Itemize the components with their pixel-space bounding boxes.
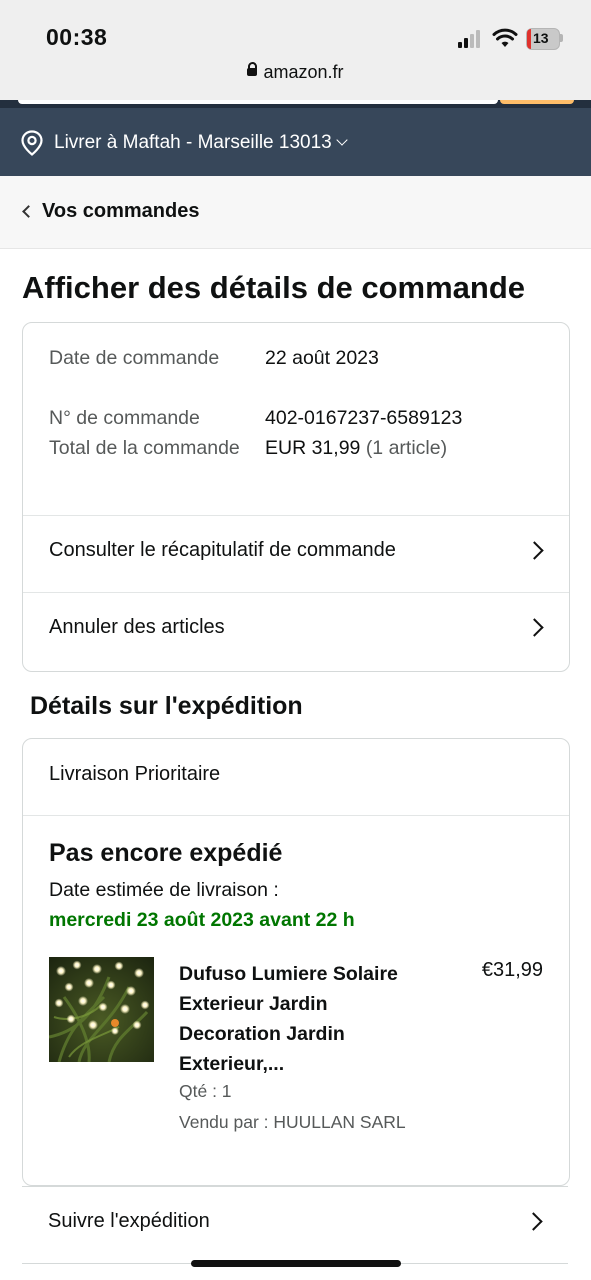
track-shipment-label: Suivre l'expédition xyxy=(48,1210,210,1232)
order-number-label: N° de commande xyxy=(49,407,200,429)
chevron-left-icon xyxy=(22,205,35,218)
search-button-edge[interactable] xyxy=(500,100,574,104)
shipment-status: Pas encore expédié xyxy=(49,839,283,867)
status-time: 00:38 xyxy=(46,24,108,50)
shipment-card: Livraison Prioritaire Pas encore expédié… xyxy=(22,738,570,1186)
order-total-amount: EUR 31,99 xyxy=(265,437,361,459)
cancel-items-label: Annuler des articles xyxy=(49,616,225,638)
order-summary-label: Consulter le récapitulatif de commande xyxy=(49,539,396,561)
order-date-value: 22 août 2023 xyxy=(265,347,379,369)
order-info-card: Date de commande 22 août 2023 N° de comm… xyxy=(22,322,570,672)
address-bar[interactable]: amazon.fr xyxy=(0,62,591,83)
product-seller: Vendu par : HUULLAN SARL xyxy=(179,1112,406,1132)
order-item-count: (1 article) xyxy=(365,437,448,459)
battery-icon: 13 xyxy=(526,28,560,50)
home-indicator[interactable] xyxy=(191,1260,401,1267)
delivery-location-text: Livrer à Maftah - Marseille 13013 xyxy=(54,132,332,153)
chevron-down-icon xyxy=(336,134,348,146)
wifi-icon xyxy=(492,28,518,47)
product-price: €31,99 xyxy=(481,959,543,981)
delivery-location-bar[interactable]: Livrer à Maftah - Marseille 13013 xyxy=(0,108,591,176)
product-title-link[interactable]: Dufuso Lumiere Solaire Exterieur Jardin … xyxy=(179,959,419,1079)
search-field-edge[interactable] xyxy=(18,100,498,104)
cancel-items-link[interactable]: Annuler des articles xyxy=(23,593,569,669)
url-text: amazon.fr xyxy=(263,62,344,82)
cellular-signal-icon xyxy=(458,30,484,48)
status-bar: 00:38 13 amazon.fr xyxy=(0,0,591,100)
delivery-estimate-date: mercredi 23 août 2023 avant 22 h xyxy=(49,909,355,931)
product-quantity: Qté : 1 xyxy=(179,1081,232,1101)
battery-tip xyxy=(560,34,563,42)
order-summary-link[interactable]: Consulter le récapitulatif de commande xyxy=(23,516,569,592)
shipping-method: Livraison Prioritaire xyxy=(49,763,221,785)
chevron-right-icon xyxy=(525,618,544,637)
track-shipment-link[interactable]: Suivre l'expédition xyxy=(22,1186,568,1264)
chevron-right-icon xyxy=(525,541,544,560)
lock-icon xyxy=(247,62,258,77)
delivery-estimate-label: Date estimée de livraison : xyxy=(49,879,279,901)
order-number-value: 402-0167237-6589123 xyxy=(265,407,463,429)
order-total-label: Total de la commande xyxy=(49,437,240,459)
search-bar-remnant xyxy=(0,100,591,108)
battery-level: 13 xyxy=(533,30,549,46)
location-pin-icon xyxy=(21,130,43,156)
page-title: Afficher des détails de commande xyxy=(22,270,526,305)
product-image[interactable] xyxy=(49,957,154,1062)
chevron-right-icon xyxy=(524,1212,543,1231)
divider xyxy=(23,815,569,816)
order-total-value: EUR 31,99 (1 article) xyxy=(265,433,447,463)
breadcrumb[interactable]: Vos commandes xyxy=(0,176,591,249)
breadcrumb-link[interactable]: Vos commandes xyxy=(42,200,199,223)
shipment-section-title: Détails sur l'expédition xyxy=(30,692,303,720)
order-date-label: Date de commande xyxy=(49,347,220,369)
